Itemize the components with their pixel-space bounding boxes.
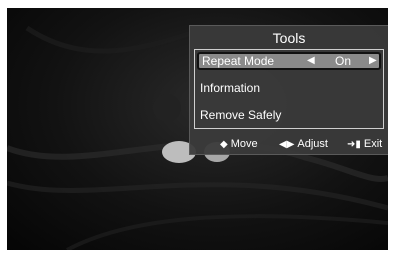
tools-menu-list: Repeat Mode ◀ On ▶ Information Remove Sa…	[194, 49, 384, 129]
hint-exit-label: Exit	[363, 138, 383, 150]
navigation-hints: ◆ Move ◀▶ Adjust ➜▮ Exit	[190, 136, 388, 152]
hint-exit[interactable]: ➜▮ Exit	[347, 136, 382, 153]
tools-menu-panel: Tools Repeat Mode ◀ On ▶ Information Rem…	[189, 25, 388, 155]
menu-item-information[interactable]: Information	[197, 79, 381, 97]
menu-item-label: Information	[200, 81, 261, 95]
tv-background: Tools Repeat Mode ◀ On ▶ Information Rem…	[7, 8, 388, 250]
exit-icon: ➜▮	[347, 139, 361, 150]
menu-item-label: Repeat Mode	[202, 54, 275, 68]
hint-adjust: ◀▶ Adjust	[279, 136, 328, 153]
menu-item-label: Remove Safely	[200, 108, 282, 122]
hint-move: ◆ Move	[220, 136, 258, 153]
tv-screen: Tools Repeat Mode ◀ On ▶ Information Rem…	[0, 0, 395, 256]
hint-adjust-label: Adjust	[297, 138, 328, 150]
repeat-mode-value: On	[335, 54, 352, 68]
tools-title: Tools	[272, 30, 306, 46]
left-arrow-icon[interactable]: ◀	[307, 54, 315, 68]
left-right-arrow-icon: ◀▶	[279, 139, 295, 150]
up-down-arrow-icon: ◆	[220, 139, 228, 150]
menu-item-remove-safely[interactable]: Remove Safely	[197, 106, 381, 124]
menu-item-repeat-mode[interactable]: Repeat Mode ◀ On ▶	[197, 52, 381, 70]
right-arrow-icon[interactable]: ▶	[369, 54, 377, 68]
hint-move-label: Move	[230, 138, 258, 150]
